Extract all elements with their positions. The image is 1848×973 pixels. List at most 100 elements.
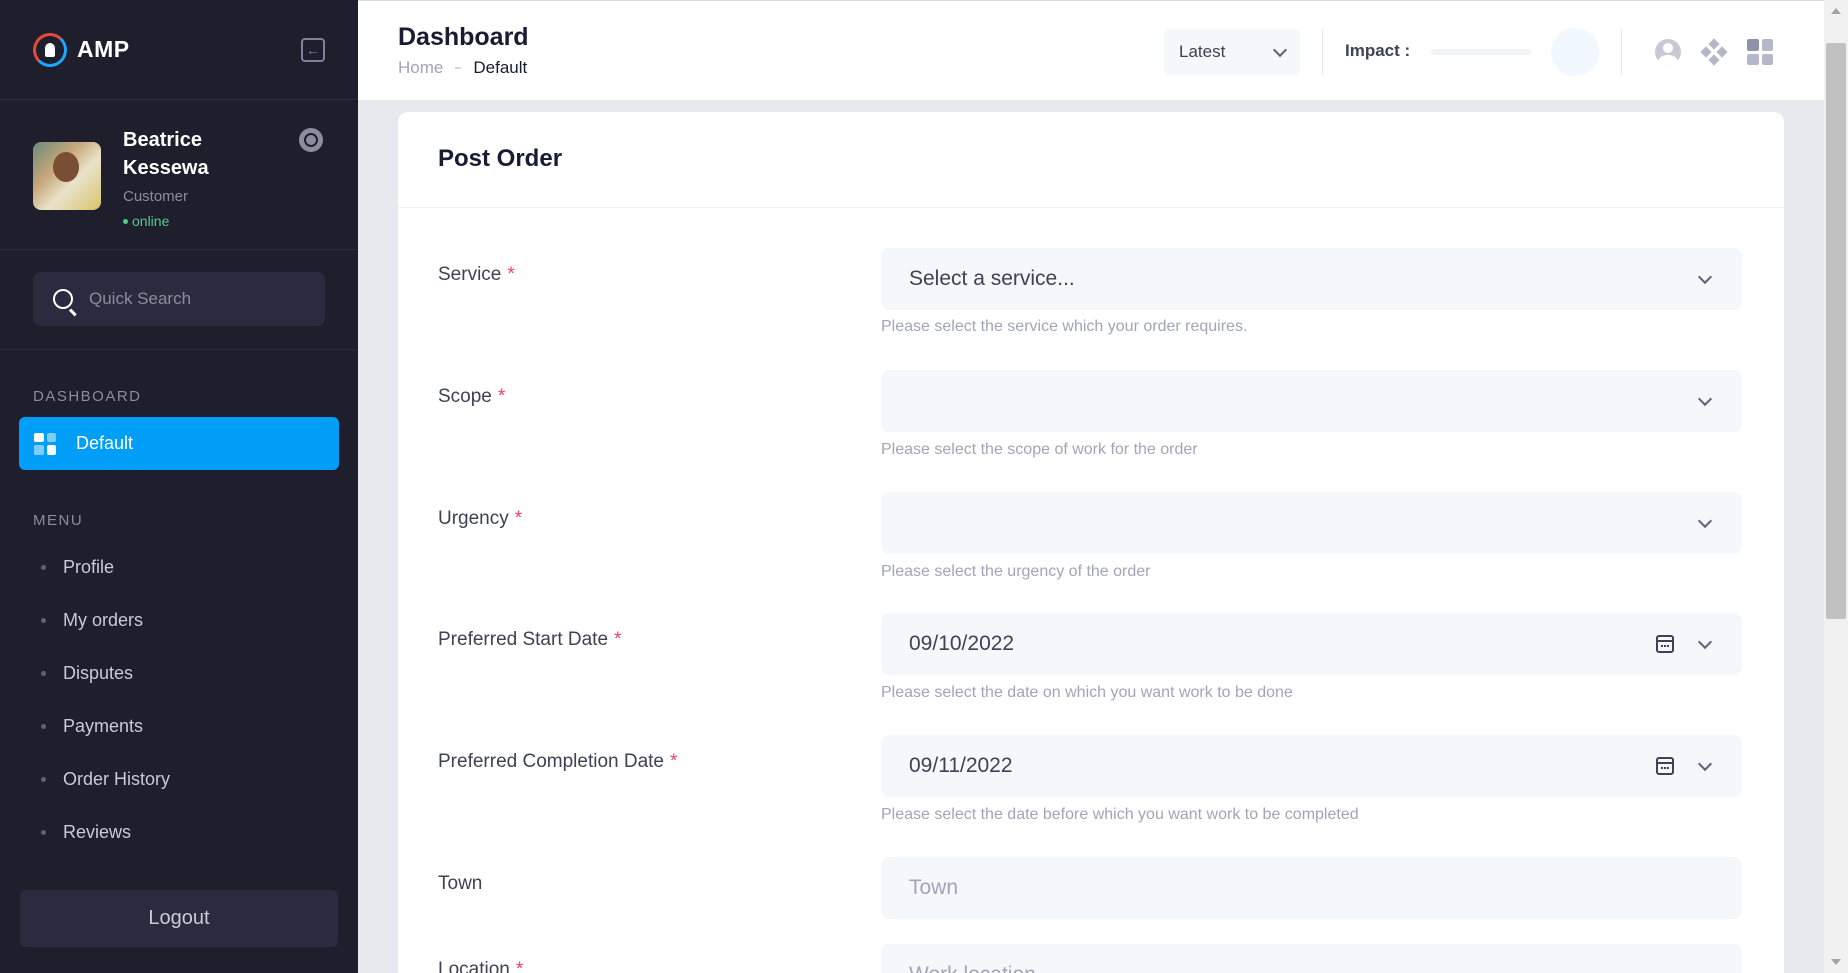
completion-date-label: Preferred Completion Date * — [438, 751, 677, 773]
bullet-icon — [41, 724, 46, 729]
search-input[interactable] — [89, 289, 289, 309]
amp-logo-icon — [33, 32, 67, 67]
sidebar-item-order-history[interactable]: Order History — [0, 753, 358, 806]
start-date-value: 09/10/2022 — [909, 632, 1015, 655]
breadcrumb-current: Default — [473, 58, 528, 77]
service-help: Please select the service which your ord… — [881, 318, 1248, 335]
location-input[interactable]: Work location — [881, 944, 1742, 973]
chevron-down-icon — [1697, 756, 1713, 771]
user-profile-icon[interactable] — [1655, 39, 1681, 65]
bullet-icon — [41, 565, 46, 570]
required-mark: * — [497, 386, 506, 407]
urgency-help: Please select the urgency of the order — [881, 563, 1151, 580]
user-first-name[interactable]: Beatrice — [123, 126, 209, 154]
collapse-sidebar-icon[interactable]: ← — [301, 38, 325, 62]
town-input[interactable]: Town — [881, 857, 1742, 919]
scroll-down-arrow-icon[interactable] — [1831, 959, 1841, 965]
town-placeholder: Town — [909, 876, 959, 899]
urgency-label: Urgency * — [438, 508, 522, 530]
latest-filter-select[interactable]: Latest — [1164, 29, 1300, 75]
menu-section-title: MENU — [33, 512, 84, 529]
sidebar-item-default[interactable]: Default — [19, 417, 339, 470]
required-mark: * — [515, 959, 524, 973]
scrollbar-thumb[interactable] — [1826, 43, 1846, 619]
completion-date-label-text: Preferred Completion Date — [438, 751, 664, 772]
scope-label: Scope * — [438, 386, 505, 408]
sidebar-item-my-orders[interactable]: My orders — [0, 594, 358, 647]
page-scrollbar[interactable] — [1824, 0, 1848, 973]
online-dot-icon — [123, 218, 128, 224]
user-role: Customer — [123, 188, 189, 205]
user-card: Beatrice Kessewa Customer online — [0, 100, 358, 250]
start-date-picker[interactable]: 09/10/2022 — [881, 613, 1742, 675]
scope-label-text: Scope — [438, 386, 492, 407]
service-select-value: Select a service... — [909, 267, 1075, 290]
service-label: Service * — [438, 264, 515, 286]
completion-date-picker[interactable]: 09/11/2022 — [881, 735, 1742, 797]
avatar[interactable] — [33, 142, 101, 210]
urgency-select[interactable] — [881, 492, 1742, 554]
header-divider — [1621, 29, 1622, 75]
town-label: Town — [438, 873, 482, 895]
settings-gear-icon[interactable] — [299, 128, 323, 152]
sidebar-item-profile[interactable]: Profile — [0, 541, 358, 594]
required-mark: * — [670, 751, 678, 772]
sidebar-item-label: Profile — [63, 557, 115, 577]
user-last-name[interactable]: Kessewa — [123, 154, 209, 182]
urgency-label-text: Urgency — [438, 508, 509, 529]
user-info: Beatrice Kessewa Customer online — [123, 126, 209, 229]
required-mark: * — [614, 629, 622, 650]
brand-name: AMP — [77, 36, 130, 62]
post-order-card: Post Order Service * Select a service... … — [398, 112, 1784, 973]
search-box[interactable] — [33, 272, 325, 326]
calendar-icon[interactable] — [1656, 757, 1674, 775]
latest-filter-value: Latest — [1179, 42, 1226, 61]
town-label-text: Town — [438, 873, 483, 894]
top-header: Dashboard Home Default Latest Impact : — [358, 0, 1824, 100]
service-select[interactable]: Select a service... — [881, 248, 1742, 310]
chevron-down-icon — [1697, 513, 1713, 528]
bullet-icon — [41, 671, 46, 676]
bullet-icon — [41, 618, 46, 623]
breadcrumb-separator — [455, 67, 462, 69]
dashboard-section-title: DASHBOARD — [33, 388, 142, 405]
scroll-up-arrow-icon[interactable] — [1831, 8, 1841, 14]
logout-button[interactable]: Logout — [20, 890, 338, 947]
start-date-label-text: Preferred Start Date — [438, 629, 609, 650]
breadcrumb: Home Default — [398, 58, 527, 78]
impact-progress-bar — [1431, 49, 1531, 55]
completion-date-value: 09/11/2022 — [909, 754, 1013, 777]
scope-select[interactable] — [881, 370, 1742, 432]
location-label-text: Location — [438, 959, 510, 973]
sidebar-item-label: Disputes — [63, 663, 134, 683]
sidebar: AMP ← Beatrice Kessewa Customer online D… — [0, 0, 358, 973]
sidebar-item-disputes[interactable]: Disputes — [0, 647, 358, 700]
impact-label: Impact : — [1345, 41, 1411, 60]
sidebar-item-label: My orders — [63, 610, 144, 630]
card-title: Post Order — [438, 145, 563, 172]
breadcrumb-home[interactable]: Home — [398, 58, 443, 78]
location-label: Location * — [438, 959, 523, 973]
calendar-icon[interactable] — [1656, 635, 1674, 653]
service-label-text: Service — [438, 264, 502, 285]
chevron-down-icon — [1697, 634, 1713, 649]
chevron-down-icon — [1697, 391, 1713, 406]
impact-indicator — [1551, 28, 1599, 76]
sidebar-item-label: Reviews — [63, 822, 132, 842]
apps-grid-icon[interactable] — [1747, 39, 1773, 65]
chevron-down-icon — [1697, 269, 1713, 284]
card-header: Post Order — [398, 112, 1784, 208]
activity-diamond-icon[interactable] — [1700, 38, 1728, 66]
chevron-down-icon — [1272, 42, 1288, 57]
sidebar-item-reviews[interactable]: Reviews — [0, 806, 358, 859]
sidebar-item-label: Order History — [63, 769, 171, 789]
sidebar-item-label: Default — [76, 433, 134, 453]
user-status: online — [123, 213, 209, 229]
completion-date-help: Please select the date before which you … — [881, 806, 1359, 823]
header-divider — [1322, 29, 1323, 75]
required-mark: * — [514, 508, 523, 529]
sidebar-item-payments[interactable]: Payments — [0, 700, 358, 753]
start-date-label: Preferred Start Date * — [438, 629, 621, 651]
user-status-label: online — [132, 213, 170, 229]
brand: AMP ← — [0, 0, 358, 100]
